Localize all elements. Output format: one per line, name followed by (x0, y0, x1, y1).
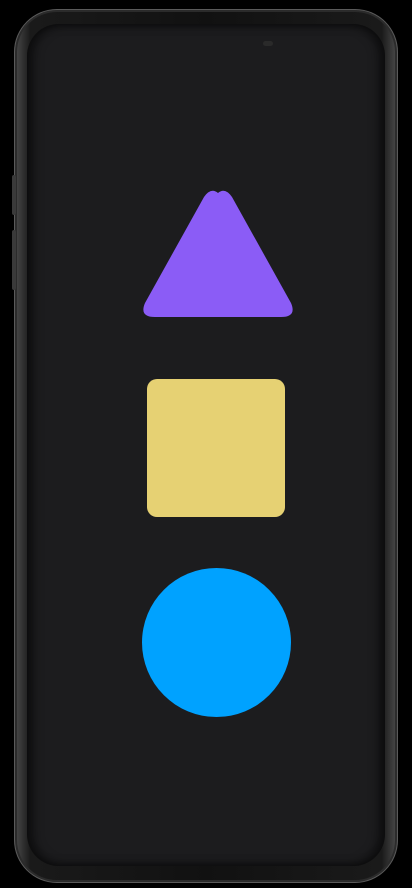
volume-button (12, 175, 16, 215)
front-camera (263, 41, 273, 46)
power-button (12, 230, 16, 290)
phone-screen (27, 24, 385, 866)
blue-circle[interactable] (142, 568, 291, 717)
stage (0, 0, 412, 888)
triangle-shape (143, 190, 293, 317)
purple-triangle[interactable] (139, 187, 297, 327)
yellow-square[interactable] (147, 379, 285, 517)
